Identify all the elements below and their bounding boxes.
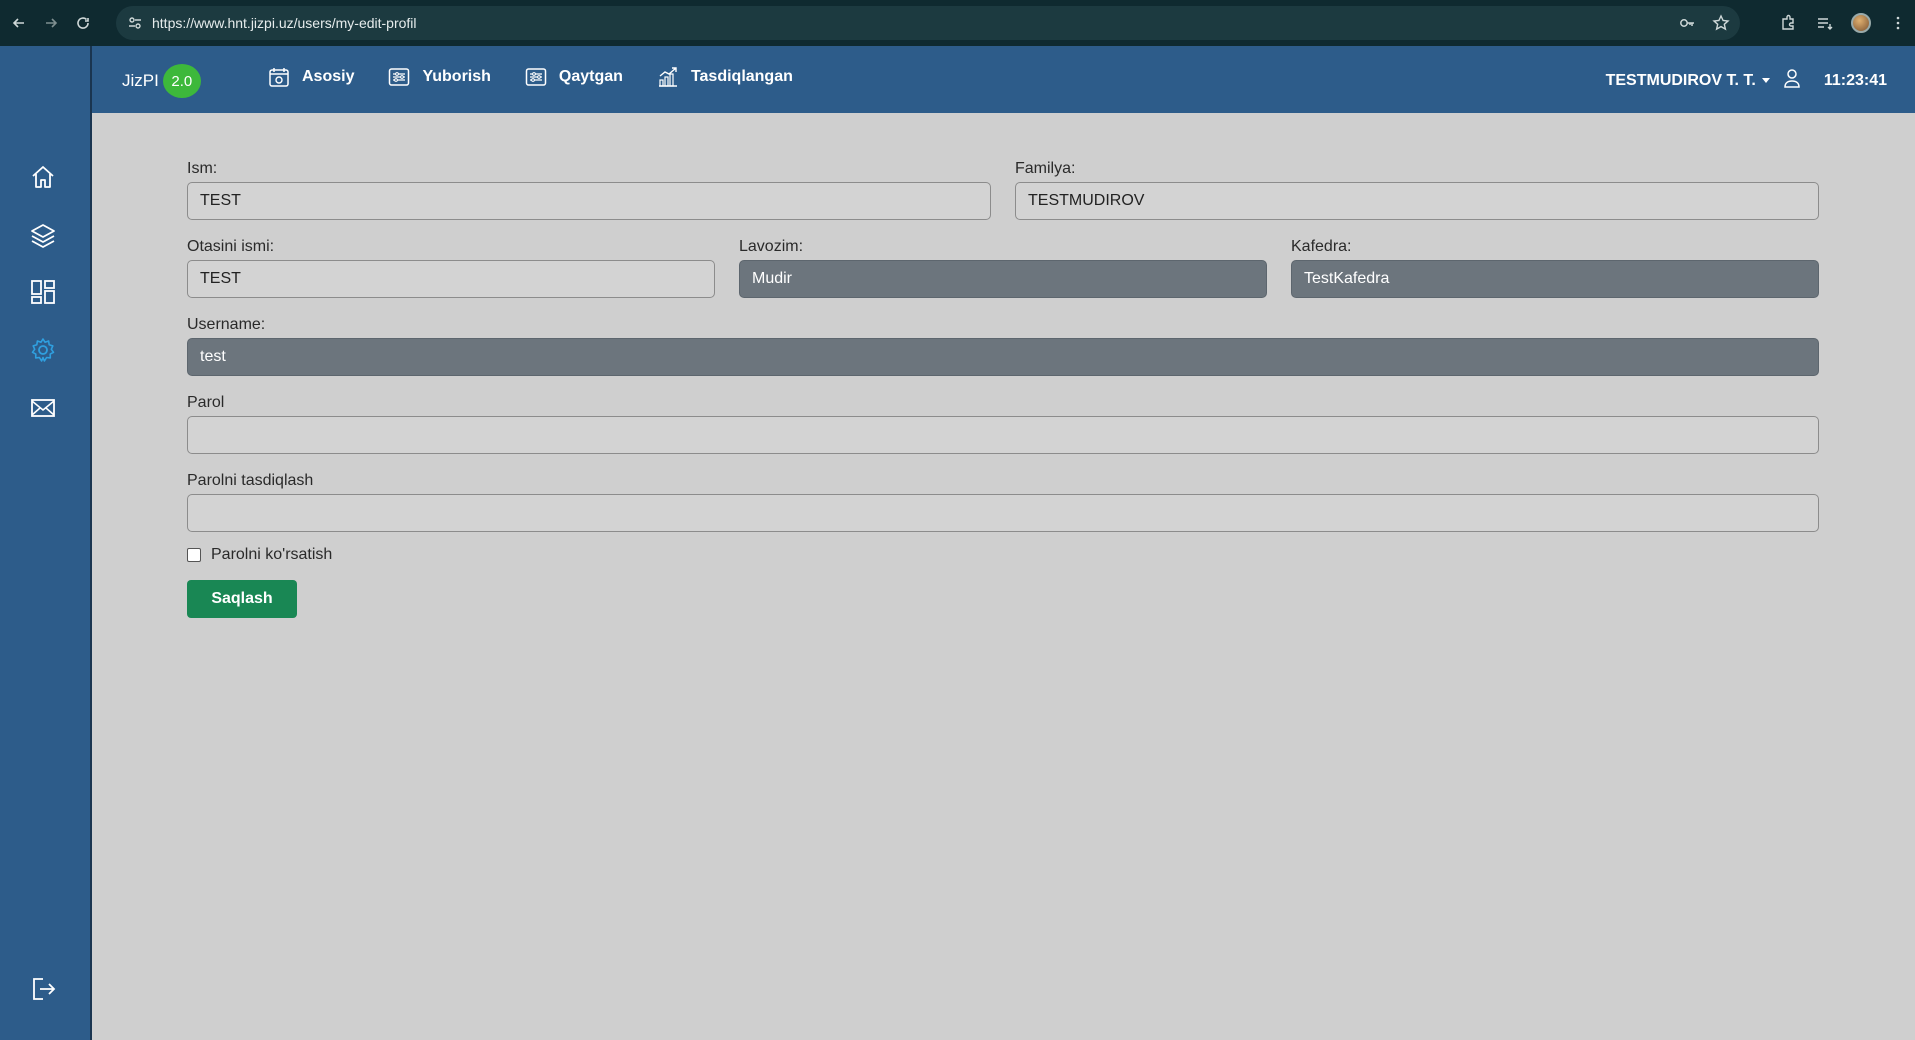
password-input[interactable] (187, 416, 1819, 454)
app-header: JizPI 2.0 Asosiy Yuborish Qaytgan Tasdiq… (92, 46, 1915, 113)
sliders-icon (389, 68, 410, 86)
position-label: Lavozim: (739, 238, 804, 255)
bookmark-star-icon[interactable] (1712, 14, 1730, 32)
show-password-checkbox[interactable] (187, 548, 201, 562)
arrow-right-icon (46, 18, 58, 28)
caret-down-icon[interactable] (1761, 78, 1770, 83)
sliders-icon (525, 68, 547, 86)
nav-qaytgan[interactable]: Qaytgan (525, 66, 623, 88)
sidebar (0, 46, 91, 1040)
nav-yuborish[interactable]: Yuborish (388, 66, 491, 88)
nav-asosiy[interactable]: Asosiy (268, 66, 354, 88)
user-menu: TESTMUDIROV T. T. 11:23:41 (1606, 68, 1887, 93)
department-group: Kafedra: TestKafedra (1291, 238, 1819, 298)
arrow-left-icon (12, 18, 24, 28)
clock: 11:23:41 (1823, 71, 1887, 89)
nav-tasdiqlangan-label: Tasdiqlangan (690, 68, 793, 85)
media-queue-icon[interactable] (1815, 14, 1833, 32)
brand-logo[interactable]: JizPI 2.0 (122, 64, 201, 98)
patronymic-input[interactable]: TEST (187, 260, 715, 298)
extensions-icon[interactable] (1779, 14, 1797, 32)
password-group: Parol (187, 394, 1819, 454)
nav-yuborish-label: Yuborish (422, 68, 491, 85)
brand-name: JizPI (122, 71, 159, 90)
address-bar[interactable]: https://www.hnt.jizpi.uz/users/my-edit-p… (116, 6, 1740, 40)
last-name-label: Familya: (1015, 160, 1076, 177)
username-label: Username: (187, 316, 266, 333)
username-input: test (187, 338, 1819, 376)
layers-icon[interactable] (28, 220, 58, 250)
reload-icon (77, 17, 89, 29)
site-info-icon[interactable] (124, 12, 146, 34)
mail-icon[interactable] (28, 393, 58, 423)
position-group: Lavozim: Mudir (739, 238, 1267, 298)
username-group: Username: test (187, 316, 1819, 376)
save-button[interactable]: Saqlash (187, 580, 297, 618)
department-input: TestKafedra (1291, 260, 1819, 298)
gear-icon[interactable] (28, 335, 58, 365)
password-confirm-label: Parolni tasdiqlash (187, 472, 314, 489)
bar-chart-icon (658, 67, 677, 87)
forward-button[interactable] (38, 10, 64, 36)
user-name[interactable]: TESTMUDIROV T. T. (1606, 72, 1756, 90)
patronymic-group: Otasini ismi: TEST (187, 238, 715, 298)
browser-toolbar: https://www.hnt.jizpi.uz/users/my-edit-p… (0, 0, 1915, 46)
calendar-icon (269, 68, 289, 87)
first-name-label: Ism: (187, 160, 218, 177)
patronymic-label: Otasini ismi: (187, 238, 275, 255)
logout-icon[interactable] (28, 974, 58, 1004)
reload-button[interactable] (70, 10, 96, 36)
key-icon[interactable] (1678, 14, 1696, 32)
position-input: Mudir (739, 260, 1267, 298)
department-label: Kafedra: (1291, 238, 1352, 255)
more-vertical-icon[interactable] (1889, 14, 1907, 32)
url-text: https://www.hnt.jizpi.uz/users/my-edit-p… (152, 15, 417, 31)
password-confirm-group: Parolni tasdiqlash (187, 472, 1819, 532)
nav-asosiy-label: Asosiy (302, 68, 355, 85)
home-icon[interactable] (28, 162, 58, 192)
top-navigation: Asosiy Yuborish Qaytgan Tasdiqlangan (268, 66, 793, 88)
edit-profile-form: Ism: TEST Familya: TESTMUDIROV Otasini i… (187, 160, 1819, 618)
show-password-label[interactable]: Parolni ko'rsatish (211, 546, 332, 564)
first-name-group: Ism: TEST (187, 160, 991, 220)
last-name-group: Familya: TESTMUDIROV (1015, 160, 1819, 220)
dashboard-icon[interactable] (28, 277, 58, 307)
first-name-input[interactable]: TEST (187, 182, 991, 220)
nav-tasdiqlangan[interactable]: Tasdiqlangan (657, 66, 793, 88)
nav-qaytgan-label: Qaytgan (558, 68, 623, 85)
profile-avatar[interactable] (1851, 13, 1871, 33)
user-icon[interactable] (1782, 68, 1802, 93)
password-confirm-input[interactable] (187, 494, 1819, 532)
back-button[interactable] (6, 10, 32, 36)
sidebar-divider (90, 46, 92, 1040)
password-label: Parol (187, 394, 225, 411)
version-badge: 2.0 (162, 64, 201, 98)
last-name-input[interactable]: TESTMUDIROV (1015, 182, 1819, 220)
show-password-row: Parolni ko'rsatish (187, 546, 1819, 564)
